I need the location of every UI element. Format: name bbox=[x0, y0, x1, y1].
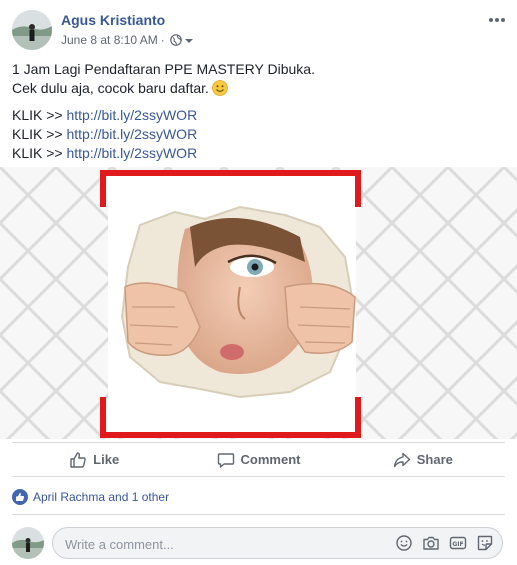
comment-label: Comment bbox=[240, 452, 301, 467]
chevron-down-icon[interactable] bbox=[184, 35, 194, 45]
post-actions-bar: Like Comment Share bbox=[12, 442, 505, 477]
divider bbox=[12, 514, 505, 515]
commenter-avatar bbox=[12, 527, 44, 559]
post-header: Agus Kristianto June 8 at 8:10 AM · bbox=[12, 8, 507, 52]
post-text: 1 Jam Lagi Pendaftaran PPE MASTERY Dibuk… bbox=[12, 60, 502, 163]
share-icon bbox=[393, 452, 410, 467]
like-button[interactable]: Like bbox=[12, 443, 176, 476]
post-timestamp[interactable]: June 8 at 8:10 AM bbox=[61, 33, 158, 47]
more-options-icon[interactable] bbox=[487, 12, 507, 28]
post-link[interactable]: http://bit.ly/2ssyWOR bbox=[66, 126, 197, 142]
link-line: KLIK >> http://bit.ly/2ssyWOR bbox=[12, 125, 502, 144]
gif-icon[interactable]: GIF bbox=[449, 534, 467, 552]
post-link[interactable]: http://bit.ly/2ssyWOR bbox=[66, 145, 197, 161]
link-prefix: KLIK >> bbox=[12, 126, 67, 142]
post-text-line: 1 Jam Lagi Pendaftaran PPE MASTERY Dibuk… bbox=[12, 61, 315, 77]
comment-icon bbox=[217, 452, 234, 468]
link-line: KLIK >> http://bit.ly/2ssyWOR bbox=[12, 106, 502, 125]
share-label: Share bbox=[416, 452, 453, 467]
like-label: Like bbox=[93, 452, 120, 467]
post-image[interactable] bbox=[0, 167, 517, 439]
post-text-line-content: Cek dulu aja, cocok baru daftar. bbox=[12, 80, 209, 96]
link-line: KLIK >> http://bit.ly/2ssyWOR bbox=[12, 144, 502, 163]
emoji-picker-icon[interactable] bbox=[395, 534, 413, 552]
meta-separator: · bbox=[160, 33, 165, 47]
sticker-icon[interactable] bbox=[476, 534, 494, 552]
svg-text:GIF: GIF bbox=[452, 541, 463, 548]
author-name[interactable]: Agus Kristianto bbox=[61, 12, 165, 28]
link-prefix: KLIK >> bbox=[12, 145, 67, 161]
post-text-line: Cek dulu aja, cocok baru daftar. bbox=[12, 79, 502, 98]
reactions-text[interactable]: April Rachma and 1 other bbox=[33, 490, 169, 504]
like-reaction-icon bbox=[12, 489, 28, 505]
share-button[interactable]: Share bbox=[341, 443, 505, 476]
thumbs-up-icon bbox=[70, 451, 86, 468]
comment-tools: GIF bbox=[395, 534, 494, 552]
comment-button[interactable]: Comment bbox=[176, 443, 340, 476]
comment-input[interactable] bbox=[63, 528, 387, 560]
post-link[interactable]: http://bit.ly/2ssyWOR bbox=[66, 107, 197, 123]
post-meta: June 8 at 8:10 AM · bbox=[61, 33, 194, 47]
smile-emoji-icon bbox=[212, 80, 228, 96]
link-prefix: KLIK >> bbox=[12, 107, 67, 123]
post-card: Agus Kristianto June 8 at 8:10 AM · 1 Ja… bbox=[0, 0, 517, 565]
author-avatar[interactable] bbox=[12, 10, 52, 50]
reactions-summary[interactable]: April Rachma and 1 other bbox=[12, 488, 169, 506]
globe-icon[interactable] bbox=[169, 34, 182, 46]
camera-icon[interactable] bbox=[422, 534, 440, 552]
comment-composer: GIF bbox=[52, 527, 503, 560]
